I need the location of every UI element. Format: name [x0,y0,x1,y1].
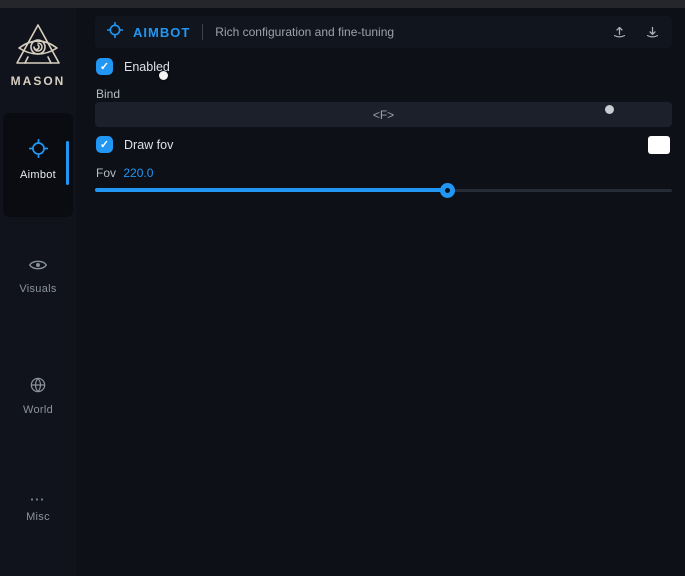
upload-icon[interactable] [612,25,627,40]
slider-fill [95,188,447,192]
draw-fov-checkbox[interactable] [96,136,113,153]
sidebar-item-world[interactable]: World [0,377,76,416]
active-indicator [66,141,69,185]
ellipsis-icon: ⋯ [0,495,76,505]
sidebar-item-label: Visuals [0,283,76,295]
globe-icon [0,377,76,398]
enabled-row: Enabled [96,58,170,75]
download-icon[interactable] [645,25,660,40]
draw-fov-label: Draw fov [124,138,173,152]
masonic-eye-icon [0,22,76,70]
section-subtitle: Rich configuration and fine-tuning [215,25,594,39]
main-panel: AIMBOT Rich configuration and fine-tunin… [76,8,685,576]
slider-thumb[interactable] [440,183,455,198]
sidebar: MASON Aimbot Visuals World [0,8,76,576]
header-separator [202,24,203,40]
eye-icon [0,258,76,277]
crosshair-icon [107,22,123,43]
crosshair-icon [3,139,73,163]
fov-slider[interactable] [95,183,672,197]
sidebar-item-aimbot[interactable]: Aimbot [3,113,73,217]
fov-label: Fov 220.0 [96,166,153,180]
app-logo-label: MASON [0,74,76,88]
enabled-label: Enabled [124,60,170,74]
sidebar-item-label: Aimbot [3,169,73,181]
fov-color-swatch[interactable] [648,136,670,154]
bind-label: Bind [96,87,120,101]
sidebar-item-label: Misc [0,511,76,523]
app-logo: MASON [0,22,76,88]
fov-value: 220.0 [123,166,153,180]
fov-label-text: Fov [96,166,116,180]
bind-value: <F> [373,108,394,122]
sidebar-item-label: World [0,404,76,416]
draw-fov-row: Draw fov [96,136,173,153]
sidebar-item-misc[interactable]: ⋯ Misc [0,495,76,523]
section-header: AIMBOT Rich configuration and fine-tunin… [95,16,672,48]
enabled-checkbox[interactable] [96,58,113,75]
section-title: AIMBOT [133,25,190,40]
window-top-strip [0,0,685,8]
sidebar-item-visuals[interactable]: Visuals [0,258,76,295]
bind-input[interactable]: <F> [95,102,672,127]
